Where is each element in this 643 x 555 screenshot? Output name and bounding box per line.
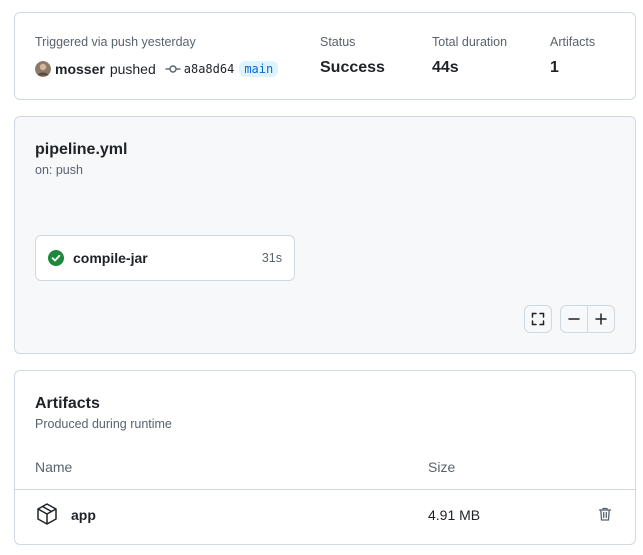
check-circle-fill-icon (48, 250, 64, 266)
artifacts-subtitle: Produced during runtime (35, 417, 172, 431)
column-header-size: Size (428, 459, 456, 475)
job-duration: 31s (261, 251, 282, 265)
trash-icon (597, 506, 613, 524)
zoom-out-button[interactable] (560, 305, 588, 333)
artifacts-count-value[interactable]: 1 (550, 59, 559, 77)
duration-label: Total duration (432, 35, 508, 49)
artifacts-count-label: Artifacts (550, 35, 596, 49)
job-card-compile-jar[interactable]: compile-jar 31s (35, 235, 295, 281)
duration-value: 44s (432, 59, 459, 76)
actor-link[interactable]: mosser (55, 61, 105, 77)
delete-artifact-button[interactable] (597, 506, 615, 524)
package-icon (35, 502, 59, 526)
artifacts-title: Artifacts (35, 395, 100, 412)
run-summary-card: Triggered via push yesterday mosser push… (14, 12, 636, 100)
job-name: compile-jar (73, 250, 148, 266)
workflow-file-name[interactable]: pipeline.yml (35, 141, 127, 159)
artifact-size: 4.91 MB (428, 507, 481, 523)
workflow-trigger: on: push (35, 163, 83, 177)
fullscreen-icon (530, 311, 546, 327)
commit-sha-link[interactable]: a8a8d64 (184, 62, 235, 76)
zoom-in-button[interactable] (587, 305, 615, 333)
avatar[interactable] (35, 61, 51, 77)
table-divider (15, 489, 635, 490)
action-text: pushed (109, 61, 156, 77)
fullscreen-button[interactable] (524, 305, 552, 333)
trigger-row: mosser pushed a8a8d64 main (35, 59, 279, 79)
branch-badge[interactable]: main (239, 61, 279, 77)
git-commit-icon (165, 61, 181, 77)
artifacts-card: Artifacts Produced during runtime Name S… (14, 370, 636, 545)
status-value: Success (320, 59, 385, 76)
artifact-name-link[interactable]: app (71, 507, 96, 523)
trigger-text: Triggered via push yesterday (35, 35, 196, 49)
status-label: Status (320, 35, 356, 49)
minus-icon (567, 312, 581, 326)
plus-icon (594, 312, 608, 326)
column-header-name: Name (35, 459, 73, 475)
workflow-graph-card: pipeline.yml on: push compile-jar 31s (14, 116, 636, 354)
